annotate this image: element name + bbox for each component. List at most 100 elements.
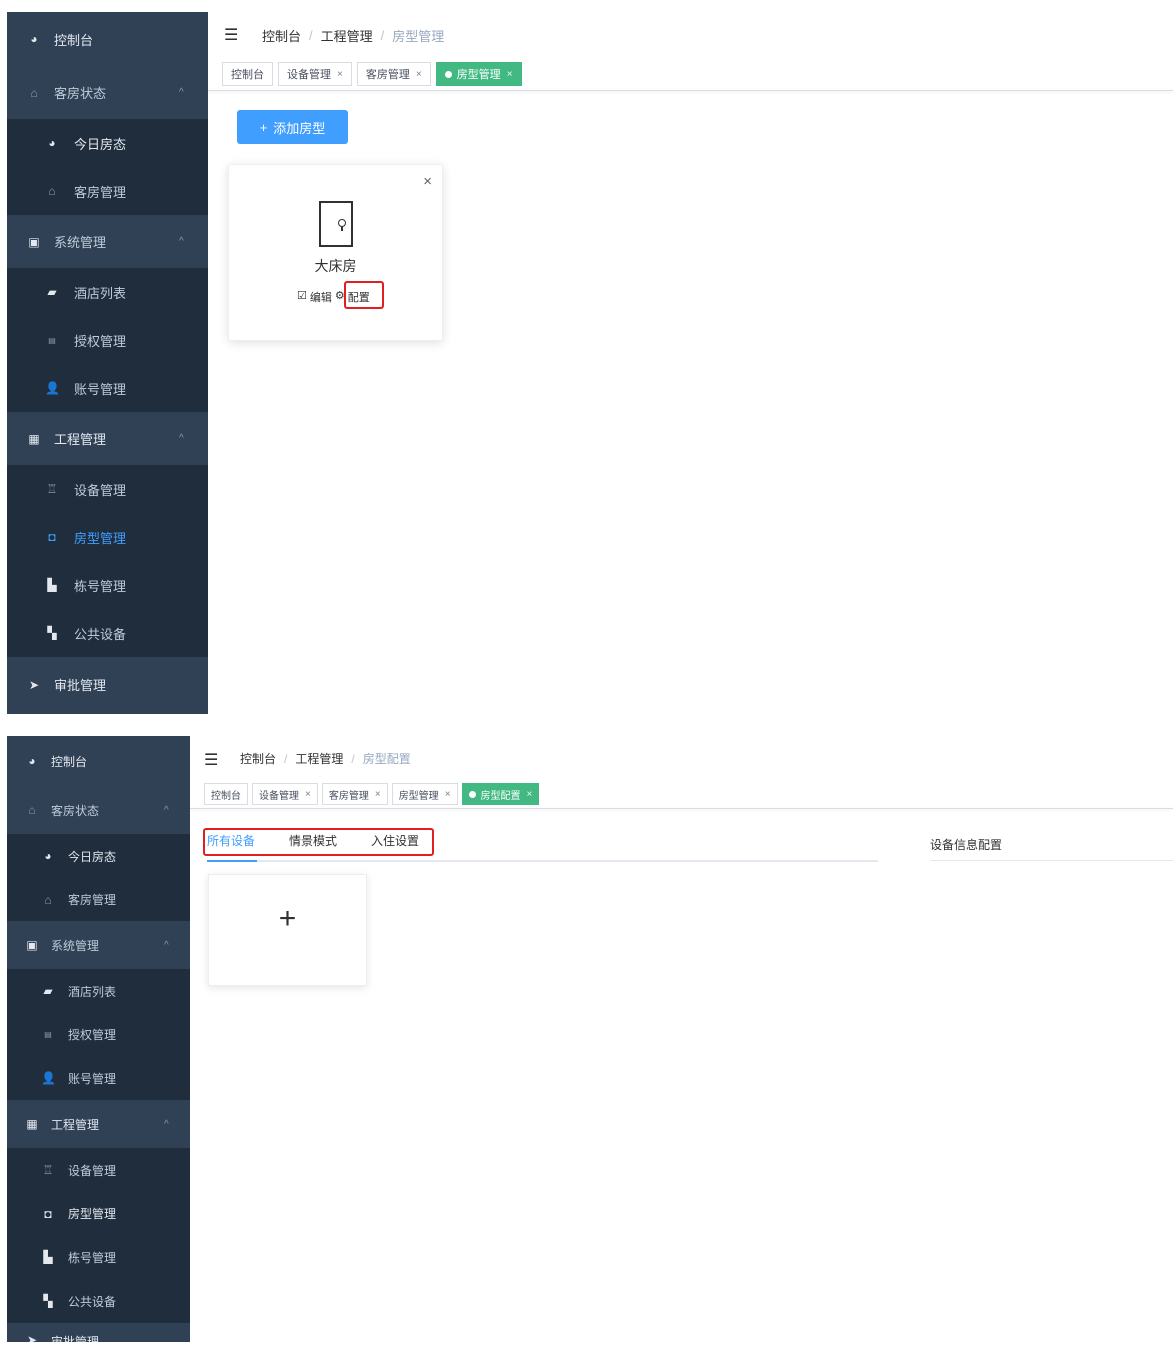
- sidebar-item-approval[interactable]: ➤ 审批管理: [7, 1323, 190, 1342]
- breadcrumb-item[interactable]: 控制台: [240, 750, 276, 767]
- tag-device-management[interactable]: 设备管理 ×: [278, 62, 352, 86]
- tag-room-management[interactable]: 客房管理 ×: [321, 783, 388, 805]
- user-icon: 👤: [41, 1071, 56, 1085]
- dashboard-icon: ◕: [44, 849, 52, 863]
- folder-icon: ▰: [43, 984, 53, 998]
- breadcrumb-item[interactable]: 控制台: [262, 26, 301, 45]
- room-type-name: 大床房: [314, 258, 357, 274]
- active-dot-icon: [444, 70, 452, 78]
- highlight-box: [203, 828, 434, 856]
- home-icon: ⌂: [30, 85, 38, 100]
- send-icon: ➤: [26, 1333, 38, 1342]
- sidebar-item-room-type-management[interactable]: ◘ 房型管理: [7, 1192, 190, 1235]
- sidebar-item-approval[interactable]: ➤ 审批管理: [7, 657, 208, 712]
- breadcrumb-current: 房型管理: [392, 29, 445, 44]
- sidebar-item-system-management[interactable]: ▣ 系统管理 ^: [7, 215, 208, 268]
- sidebar-item-dashboard[interactable]: ◕ 控制台: [7, 736, 190, 786]
- close-icon[interactable]: ×: [423, 173, 432, 190]
- add-device-card[interactable]: +: [208, 874, 367, 986]
- close-icon[interactable]: ×: [445, 789, 451, 800]
- close-icon[interactable]: ×: [527, 789, 533, 800]
- room-type-icon: ◘: [44, 1206, 52, 1221]
- chevron-up-icon: ^: [179, 87, 184, 98]
- home-icon: ⌂: [44, 892, 52, 907]
- building-icon: ▦: [26, 1117, 38, 1131]
- sidebar-item-building-number[interactable]: ▙ 栋号管理: [7, 561, 208, 609]
- building-number-icon: ▙: [43, 1250, 53, 1264]
- grid-icon: ▚: [47, 626, 57, 640]
- sidebar-item-today-status[interactable]: ◕ 今日房态: [7, 834, 190, 878]
- sidebar-item-hotel-list[interactable]: ▰ 酒店列表: [7, 268, 208, 316]
- sidebar-item-authorization[interactable]: ▤ 授权管理: [7, 1013, 190, 1056]
- sidebar: ◕ 控制台 ⌂ 客房状态 ^ ◕ 今日房态 ⌂ 客房管理 ▣ 系统管理 ^ ▰ …: [7, 12, 208, 714]
- tags-view: 控制台 设备管理 × 客房管理 × 房型管理 ×: [222, 62, 522, 86]
- chevron-up-icon: ^: [164, 939, 169, 951]
- sidebar-item-public-devices[interactable]: ▚ 公共设备: [7, 609, 208, 657]
- chevron-up-icon: ^: [179, 433, 184, 444]
- close-icon[interactable]: ×: [416, 69, 422, 80]
- breadcrumb-item[interactable]: 工程管理: [295, 750, 343, 767]
- edit-icon[interactable]: ☑: [297, 289, 307, 305]
- close-icon[interactable]: ×: [375, 789, 381, 800]
- sidebar-item-room-management[interactable]: ⌂ 客房管理: [7, 878, 190, 921]
- close-icon[interactable]: ×: [305, 789, 311, 800]
- breadcrumb-item[interactable]: 工程管理: [321, 26, 373, 45]
- sidebar-item-dashboard[interactable]: ◕ 控制台: [7, 12, 208, 66]
- sidebar-item-public-devices[interactable]: ▚ 公共设备: [7, 1279, 190, 1323]
- api-icon: ▤: [48, 335, 56, 345]
- close-icon[interactable]: ×: [507, 69, 513, 80]
- device-info-config-title: 设备信息配置: [930, 838, 1003, 852]
- building-number-icon: ▙: [47, 578, 57, 592]
- plus-icon: +: [259, 119, 268, 135]
- tags-divider: [190, 808, 1173, 809]
- home-icon: ⌂: [48, 184, 56, 198]
- plus-icon: +: [278, 902, 297, 935]
- building-icon: ▦: [28, 431, 40, 446]
- user-badge-icon: ▣: [28, 234, 40, 249]
- user-icon: 👤: [45, 381, 60, 395]
- device-icon: ♖: [42, 1163, 54, 1177]
- tag-dashboard[interactable]: 控制台: [222, 62, 273, 86]
- sidebar-item-today-status[interactable]: ◕ 今日房态: [7, 119, 208, 167]
- tabs-divider: [207, 860, 878, 862]
- tag-room-management[interactable]: 客房管理 ×: [356, 62, 431, 86]
- tag-room-type-management[interactable]: 房型管理 ×: [435, 62, 522, 86]
- tag-dashboard[interactable]: 控制台: [204, 783, 248, 805]
- sidebar-item-device-management[interactable]: ♖ 设备管理: [7, 465, 208, 513]
- sidebar-item-engineering[interactable]: ▦ 工程管理 ^: [7, 412, 208, 465]
- tag-room-type-management[interactable]: 房型管理 ×: [391, 783, 458, 805]
- close-icon[interactable]: ×: [337, 69, 343, 80]
- chevron-up-icon: ^: [164, 1118, 169, 1130]
- sidebar: ◕ 控制台 ⌂ 客房状态 ^ ◕ 今日房态 ⌂ 客房管理 ▣ 系统管理 ^ ▰ …: [7, 736, 190, 1342]
- tag-device-management[interactable]: 设备管理 ×: [252, 783, 318, 805]
- hamburger-icon[interactable]: ☰: [224, 25, 238, 45]
- sidebar-item-account[interactable]: 👤 账号管理: [7, 1056, 190, 1100]
- room-type-config-screen: ◕ 控制台 ⌂ 客房状态 ^ ◕ 今日房态 ⌂ 客房管理 ▣ 系统管理 ^ ▰ …: [0, 736, 1173, 1354]
- sidebar-item-room-management[interactable]: ⌂ 客房管理: [7, 167, 208, 215]
- sidebar-item-building-number[interactable]: ▙ 栋号管理: [7, 1235, 190, 1279]
- sidebar-item-system-management[interactable]: ▣ 系统管理 ^: [7, 921, 190, 969]
- sidebar-item-hotel-list[interactable]: ▰ 酒店列表: [7, 969, 190, 1013]
- api-icon: ▤: [44, 1030, 52, 1039]
- home-icon: ⌂: [28, 803, 36, 817]
- sidebar-item-authorization[interactable]: ▤ 授权管理: [7, 316, 208, 364]
- breadcrumb: 控制台 / 工程管理 / 房型管理: [262, 26, 445, 45]
- hamburger-icon[interactable]: ☰: [204, 750, 218, 770]
- sidebar-item-account[interactable]: 👤 账号管理: [7, 364, 208, 412]
- edit-link[interactable]: 编辑: [310, 289, 332, 305]
- breadcrumb-current: 房型配置: [362, 752, 411, 766]
- add-room-type-button[interactable]: + 添加房型: [237, 110, 348, 144]
- breadcrumb: 控制台 / 工程管理 / 房型配置: [240, 750, 411, 767]
- dashboard-icon: ◕: [28, 754, 36, 768]
- sidebar-item-engineering[interactable]: ▦ 工程管理 ^: [7, 1100, 190, 1148]
- tag-room-type-config[interactable]: 房型配置 ×: [461, 783, 540, 805]
- dashboard-icon: ◕: [48, 136, 56, 150]
- room-type-management-screen: ◕ 控制台 ⌂ 客房状态 ^ ◕ 今日房态 ⌂ 客房管理 ▣ 系统管理 ^ ▰ …: [0, 0, 1173, 714]
- sidebar-item-device-management[interactable]: ♖ 设备管理: [7, 1148, 190, 1192]
- sidebar-item-room-status[interactable]: ⌂ 客房状态 ^: [7, 66, 208, 119]
- door-icon: [319, 201, 353, 247]
- sidebar-item-room-status[interactable]: ⌂ 客房状态 ^: [7, 786, 190, 834]
- send-icon: ➤: [28, 677, 40, 692]
- sidebar-item-room-type-management[interactable]: ◘ 房型管理: [7, 513, 208, 561]
- dashboard-icon: ◕: [30, 32, 38, 46]
